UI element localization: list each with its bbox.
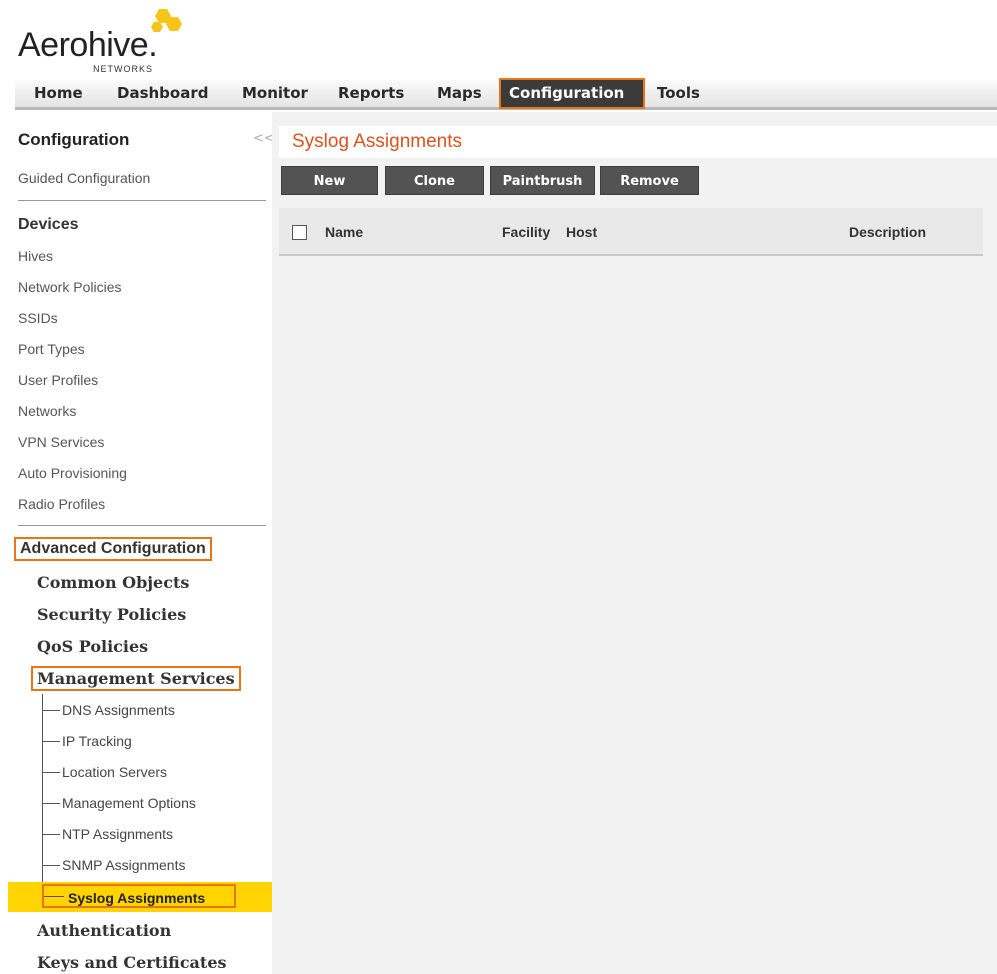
nav-dashboard[interactable]: Dashboard (109, 80, 216, 107)
tree-item-ntp-assignments[interactable]: NTP Assignments (42, 826, 173, 842)
nav-maps[interactable]: Maps (429, 80, 490, 107)
sidebar-section-devices[interactable]: Devices (18, 216, 79, 234)
page-title: Syslog Assignments (292, 131, 463, 152)
paintbrush-button[interactable]: Paintbrush (490, 166, 595, 195)
sidebar-item-network-policies[interactable]: Network Policies (18, 279, 121, 295)
clone-button[interactable]: Clone (385, 166, 484, 195)
column-header-name[interactable]: Name (325, 224, 363, 240)
tree-item-syslog-assignments[interactable]: Syslog Assignments (42, 884, 236, 908)
column-header-description[interactable]: Description (849, 224, 926, 240)
sidebar-item-authentication[interactable]: Authentication (37, 921, 171, 940)
sidebar-item-vpn-services[interactable]: VPN Services (18, 434, 104, 450)
tree-item-location-servers[interactable]: Location Servers (42, 764, 167, 780)
sidebar-item-port-types[interactable]: Port Types (18, 341, 85, 357)
column-header-facility[interactable]: Facility (502, 224, 550, 240)
sidebar-item-networks[interactable]: Networks (18, 403, 76, 419)
sidebar-divider (18, 525, 266, 526)
sidebar-item-auto-provisioning[interactable]: Auto Provisioning (18, 465, 127, 481)
sidebar-item-security-policies[interactable]: Security Policies (37, 605, 186, 624)
logo-subtitle: NETWORKS (93, 64, 154, 74)
sidebar-item-management-services[interactable]: Management Services (31, 666, 241, 691)
sidebar-item-guided-configuration[interactable]: Guided Configuration (18, 170, 150, 186)
nav-tools[interactable]: Tools (649, 80, 708, 107)
sidebar-item-radio-profiles[interactable]: Radio Profiles (18, 496, 105, 512)
nav-monitor[interactable]: Monitor (234, 80, 316, 107)
sidebar-item-user-profiles[interactable]: User Profiles (18, 372, 98, 388)
sidebar-item-common-objects[interactable]: Common Objects (37, 573, 189, 592)
sidebar-item-hives[interactable]: Hives (18, 248, 53, 264)
sidebar-divider (18, 200, 266, 201)
sidebar-section-advanced-configuration[interactable]: Advanced Configuration (14, 537, 212, 561)
nav-home[interactable]: Home (26, 80, 91, 107)
sidebar-item-keys-and-certificates[interactable]: Keys and Certificates (37, 953, 227, 972)
nav-configuration[interactable]: Configuration (499, 78, 645, 109)
sidebar-item-qos-policies[interactable]: QoS Policies (37, 637, 148, 656)
logo-wordmark: Aerohive. (18, 26, 158, 64)
column-header-host[interactable]: Host (566, 224, 597, 240)
sidebar-item-ssids[interactable]: SSIDs (18, 310, 58, 326)
top-navigation: Home Dashboard Monitor Reports Maps Conf… (15, 78, 997, 110)
tree-item-ip-tracking[interactable]: IP Tracking (42, 733, 132, 749)
aerohive-logo[interactable]: Aerohive. NETWORKS (0, 0, 260, 80)
tree-item-dns-assignments[interactable]: DNS Assignments (42, 702, 175, 718)
new-button[interactable]: New (281, 166, 378, 195)
tree-item-management-options[interactable]: Management Options (42, 795, 196, 811)
select-all-checkbox[interactable] (292, 225, 307, 240)
nav-reports[interactable]: Reports (330, 80, 412, 107)
remove-button[interactable]: Remove (600, 166, 699, 195)
tree-item-snmp-assignments[interactable]: SNMP Assignments (42, 857, 185, 873)
sidebar-title: Configuration (18, 130, 130, 149)
